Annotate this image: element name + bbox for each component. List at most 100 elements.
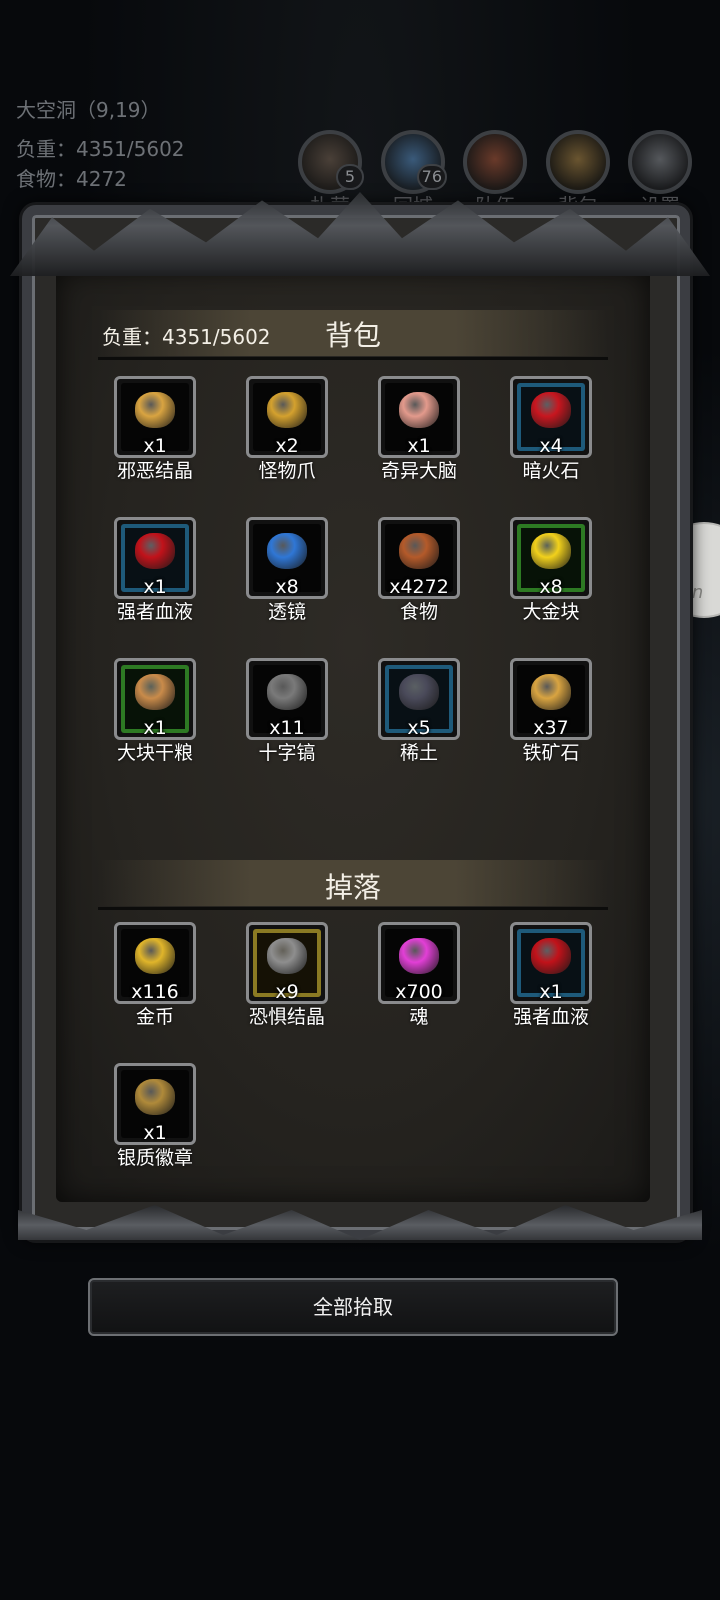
rare-earth-icon (399, 674, 439, 711)
portal-icon: 76 (381, 130, 447, 194)
backpack-divider (98, 357, 608, 360)
evil-crystal-icon (135, 392, 175, 429)
blood-drop-icon (531, 938, 571, 975)
item-quantity: x1 (407, 435, 431, 457)
blood-drop-icon (135, 533, 175, 570)
silver-badge-icon (135, 1079, 175, 1116)
item-cell[interactable]: x11 十字镐 (237, 658, 337, 765)
item-quantity: x116 (131, 981, 179, 1003)
item-quantity: x1 (539, 981, 563, 1003)
item-cell[interactable]: x1 大块干粮 (105, 658, 205, 765)
iron-ore-icon (531, 674, 571, 711)
item-name: 银质徽章 (116, 1147, 193, 1169)
item-slot[interactable]: x1 (378, 376, 460, 458)
item-quantity: x1 (143, 717, 167, 739)
item-name: 奇异大脑 (380, 460, 457, 482)
drops-title: 掉落 (325, 871, 382, 904)
location-label: 大空洞（9,19） (16, 98, 161, 122)
item-slot[interactable]: x1 (114, 658, 196, 740)
item-name: 邪恶结晶 (116, 460, 193, 482)
item-slot[interactable]: x11 (246, 658, 328, 740)
item-name: 暗火石 (522, 460, 580, 482)
item-slot[interactable]: x1 (114, 1063, 196, 1145)
item-cell[interactable]: x1 强者血液 (501, 922, 601, 1029)
item-quantity: x5 (407, 717, 431, 739)
item-slot[interactable]: x1 (114, 376, 196, 458)
item-slot[interactable]: x8 (510, 517, 592, 599)
ration-icon (135, 674, 175, 711)
item-cell[interactable]: x1 强者血液 (105, 517, 205, 624)
item-name: 大金块 (522, 601, 580, 623)
item-quantity: x1 (143, 1122, 167, 1144)
monster-claw-icon (267, 392, 307, 429)
food-status: 食物：4272 (16, 167, 127, 191)
item-quantity: x2 (275, 435, 299, 457)
item-slot[interactable]: x8 (246, 517, 328, 599)
item-cell[interactable]: x1 银质徽章 (105, 1063, 205, 1170)
drops-divider (98, 907, 608, 910)
item-name: 铁矿石 (522, 742, 580, 764)
item-quantity: x4272 (389, 576, 449, 598)
item-slot[interactable]: x5 (378, 658, 460, 740)
item-slot[interactable]: x4 (510, 376, 592, 458)
backpack-icon (546, 130, 610, 194)
item-name: 怪物爪 (258, 460, 316, 482)
item-slot[interactable]: x1 (114, 517, 196, 599)
team-icon (463, 130, 527, 194)
item-name: 十字镐 (258, 742, 316, 764)
camp-badge: 5 (336, 164, 364, 190)
pickaxe-icon (267, 674, 307, 711)
item-name: 透镜 (267, 601, 306, 623)
backpack-title: 背包 (325, 319, 382, 352)
item-cell[interactable]: x1 邪恶结晶 (105, 376, 205, 483)
item-quantity: x1 (143, 576, 167, 598)
return-town-badge: 76 (416, 164, 447, 190)
item-name: 恐惧结晶 (248, 1006, 325, 1028)
item-quantity: x8 (275, 576, 299, 598)
item-name: 金币 (135, 1006, 174, 1028)
campfire-icon: 5 (298, 130, 364, 194)
item-slot[interactable]: x700 (378, 922, 460, 1004)
item-cell[interactable]: x9 恐惧结晶 (237, 922, 337, 1029)
item-name: 魂 (409, 1006, 429, 1028)
item-slot[interactable]: x2 (246, 376, 328, 458)
item-name: 食物 (399, 601, 438, 623)
item-cell[interactable]: x8 透镜 (237, 517, 337, 624)
item-name: 大块干粮 (116, 742, 193, 764)
pick-up-all-button[interactable]: 全部拾取 (88, 1278, 618, 1336)
item-cell[interactable]: x700 魂 (369, 922, 469, 1029)
item-slot[interactable]: x4272 (378, 517, 460, 599)
item-name: 强者血液 (512, 1006, 589, 1028)
item-cell[interactable]: x116 金币 (105, 922, 205, 1029)
drumstick-icon (399, 533, 439, 570)
item-quantity: x4 (539, 435, 563, 457)
item-quantity: x9 (275, 981, 299, 1003)
soul-icon (399, 938, 439, 975)
item-cell[interactable]: x5 稀土 (369, 658, 469, 765)
item-cell[interactable]: x37 铁矿石 (501, 658, 601, 765)
item-quantity: x37 (533, 717, 569, 739)
item-quantity: x700 (395, 981, 443, 1003)
item-cell[interactable]: x2 怪物爪 (237, 376, 337, 483)
item-name: 强者血液 (116, 601, 193, 623)
backpack-weight: 负重：4351/5602 (102, 325, 271, 349)
item-slot[interactable]: x37 (510, 658, 592, 740)
brain-icon (399, 392, 439, 429)
item-name: 稀土 (399, 742, 438, 764)
gold-nugget-icon (531, 533, 571, 570)
item-cell[interactable]: x4272 食物 (369, 517, 469, 624)
gear-icon (628, 130, 692, 194)
item-cell[interactable]: x4 暗火石 (501, 376, 601, 483)
item-slot[interactable]: x116 (114, 922, 196, 1004)
item-quantity: x8 (539, 576, 563, 598)
item-slot[interactable]: x1 (510, 922, 592, 1004)
item-cell[interactable]: x8 大金块 (501, 517, 601, 624)
item-quantity: x1 (143, 435, 167, 457)
gold-coins-icon (135, 938, 175, 975)
item-cell[interactable]: x1 奇异大脑 (369, 376, 469, 483)
item-slot[interactable]: x9 (246, 922, 328, 1004)
item-quantity: x11 (269, 717, 305, 739)
fear-crystal-icon (267, 938, 307, 975)
weight-status: 负重：4351/5602 (16, 137, 185, 161)
lens-icon (267, 533, 307, 570)
